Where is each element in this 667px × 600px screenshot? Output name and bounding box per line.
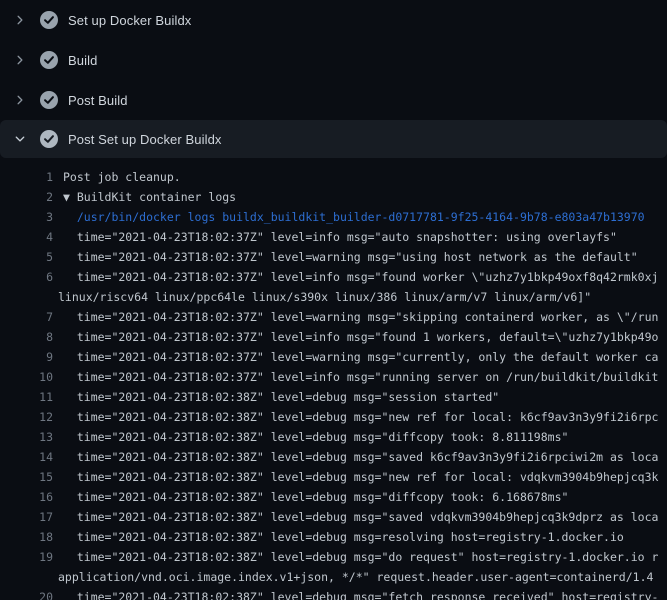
log-line-number[interactable]: 19 bbox=[0, 547, 53, 567]
log-line: 12 time="2021-04-23T18:02:38Z" level=deb… bbox=[0, 407, 667, 427]
check-circle-icon bbox=[40, 130, 58, 148]
log-line-number[interactable]: 7 bbox=[0, 307, 53, 327]
log-line-text: /usr/bin/docker logs buildx_buildkit_bui… bbox=[53, 207, 667, 227]
log-line-number[interactable]: 13 bbox=[0, 427, 53, 447]
log-viewer: 1 Post job cleanup. 2 ▼ BuildKit contain… bbox=[0, 160, 667, 600]
log-line-text: application/vnd.oci.image.index.v1+json,… bbox=[53, 567, 667, 587]
log-line-number[interactable]: 14 bbox=[0, 447, 53, 467]
log-line: 20 time="2021-04-23T18:02:38Z" level=deb… bbox=[0, 587, 667, 600]
step-header-build[interactable]: Build bbox=[0, 40, 667, 80]
log-line-text: Post job cleanup. bbox=[53, 167, 667, 187]
log-line: 16 time="2021-04-23T18:02:38Z" level=deb… bbox=[0, 487, 667, 507]
log-line: 19 time="2021-04-23T18:02:38Z" level=deb… bbox=[0, 547, 667, 567]
log-line-number[interactable]: 17 bbox=[0, 507, 53, 527]
log-line-continuation: linux/riscv64 linux/ppc64le linux/s390x … bbox=[0, 287, 667, 307]
log-line: 18 time="2021-04-23T18:02:38Z" level=deb… bbox=[0, 527, 667, 547]
log-line-number[interactable]: 4 bbox=[0, 227, 53, 247]
log-line-number[interactable]: 9 bbox=[0, 347, 53, 367]
check-circle-icon bbox=[40, 91, 58, 109]
log-line: 1 Post job cleanup. bbox=[0, 167, 667, 187]
log-line-text: time="2021-04-23T18:02:37Z" level=info m… bbox=[53, 267, 667, 287]
step-label: Post Build bbox=[68, 93, 128, 108]
log-line-text: time="2021-04-23T18:02:37Z" level=info m… bbox=[53, 327, 667, 347]
check-circle-icon bbox=[40, 51, 58, 69]
chevron-right-icon bbox=[12, 12, 28, 28]
log-line-text: time="2021-04-23T18:02:38Z" level=debug … bbox=[53, 387, 667, 407]
step-header-post-build[interactable]: Post Build bbox=[0, 80, 667, 120]
log-line: 13 time="2021-04-23T18:02:38Z" level=deb… bbox=[0, 427, 667, 447]
log-line-text: time="2021-04-23T18:02:38Z" level=debug … bbox=[53, 447, 667, 467]
log-line-number[interactable]: 6 bbox=[0, 267, 53, 287]
log-line-text: time="2021-04-23T18:02:37Z" level=warnin… bbox=[53, 247, 667, 267]
log-line: 5 time="2021-04-23T18:02:37Z" level=warn… bbox=[0, 247, 667, 267]
step-label: Post Set up Docker Buildx bbox=[68, 132, 222, 147]
log-line-number[interactable]: 3 bbox=[0, 207, 53, 227]
log-line-number[interactable]: 8 bbox=[0, 327, 53, 347]
log-line-number bbox=[0, 287, 53, 307]
log-line-number[interactable]: 2 bbox=[0, 187, 53, 207]
check-circle-icon bbox=[40, 11, 58, 29]
log-line-number bbox=[0, 567, 53, 587]
chevron-right-icon bbox=[12, 92, 28, 108]
log-line-text: time="2021-04-23T18:02:37Z" level=info m… bbox=[53, 367, 667, 387]
step-label: Build bbox=[68, 53, 97, 68]
chevron-right-icon bbox=[12, 52, 28, 68]
steps-list: Set up Docker Buildx Build Post Build Po… bbox=[0, 0, 667, 158]
log-group-toggle: 2 ▼ BuildKit container logs bbox=[0, 187, 667, 207]
log-line-text: time="2021-04-23T18:02:38Z" level=debug … bbox=[53, 507, 667, 527]
log-line-number[interactable]: 5 bbox=[0, 247, 53, 267]
log-line-text: time="2021-04-23T18:02:38Z" level=debug … bbox=[53, 587, 667, 600]
log-line-text: linux/riscv64 linux/ppc64le linux/s390x … bbox=[53, 287, 667, 307]
log-line-number[interactable]: 15 bbox=[0, 467, 53, 487]
log-line-number[interactable]: 12 bbox=[0, 407, 53, 427]
log-line-text: time="2021-04-23T18:02:37Z" level=warnin… bbox=[53, 307, 667, 327]
log-line-text: time="2021-04-23T18:02:37Z" level=warnin… bbox=[53, 347, 667, 367]
log-line-number[interactable]: 10 bbox=[0, 367, 53, 387]
log-line: 8 time="2021-04-23T18:02:37Z" level=info… bbox=[0, 327, 667, 347]
log-line-number[interactable]: 1 bbox=[0, 167, 53, 187]
log-line-text: time="2021-04-23T18:02:38Z" level=debug … bbox=[53, 547, 667, 567]
log-line-text: time="2021-04-23T18:02:38Z" level=debug … bbox=[53, 467, 667, 487]
log-line: 17 time="2021-04-23T18:02:38Z" level=deb… bbox=[0, 507, 667, 527]
log-line: 15 time="2021-04-23T18:02:38Z" level=deb… bbox=[0, 467, 667, 487]
log-line-text: time="2021-04-23T18:02:38Z" level=debug … bbox=[53, 527, 667, 547]
log-line-number[interactable]: 18 bbox=[0, 527, 53, 547]
log-line: 14 time="2021-04-23T18:02:38Z" level=deb… bbox=[0, 447, 667, 467]
log-line: 6 time="2021-04-23T18:02:37Z" level=info… bbox=[0, 267, 667, 287]
log-line-text: time="2021-04-23T18:02:37Z" level=info m… bbox=[53, 227, 667, 247]
log-line-continuation: application/vnd.oci.image.index.v1+json,… bbox=[0, 567, 667, 587]
log-line-number[interactable]: 16 bbox=[0, 487, 53, 507]
chevron-down-icon bbox=[12, 131, 28, 147]
step-header-set-up-docker-buildx[interactable]: Set up Docker Buildx bbox=[0, 0, 667, 40]
log-line-text: time="2021-04-23T18:02:38Z" level=debug … bbox=[53, 487, 667, 507]
log-line: 10 time="2021-04-23T18:02:37Z" level=inf… bbox=[0, 367, 667, 387]
log-line-text[interactable]: ▼ BuildKit container logs bbox=[53, 187, 667, 207]
log-line-command: 3 /usr/bin/docker logs buildx_buildkit_b… bbox=[0, 207, 667, 227]
step-label: Set up Docker Buildx bbox=[68, 13, 191, 28]
log-line: 4 time="2021-04-23T18:02:37Z" level=info… bbox=[0, 227, 667, 247]
log-line: 9 time="2021-04-23T18:02:37Z" level=warn… bbox=[0, 347, 667, 367]
log-line-text: time="2021-04-23T18:02:38Z" level=debug … bbox=[53, 427, 667, 447]
log-line-text: time="2021-04-23T18:02:38Z" level=debug … bbox=[53, 407, 667, 427]
log-line: 11 time="2021-04-23T18:02:38Z" level=deb… bbox=[0, 387, 667, 407]
log-line-number[interactable]: 20 bbox=[0, 587, 53, 600]
log-line: 7 time="2021-04-23T18:02:37Z" level=warn… bbox=[0, 307, 667, 327]
log-line-number[interactable]: 11 bbox=[0, 387, 53, 407]
step-header-post-set-up-docker-buildx[interactable]: Post Set up Docker Buildx bbox=[0, 120, 667, 158]
